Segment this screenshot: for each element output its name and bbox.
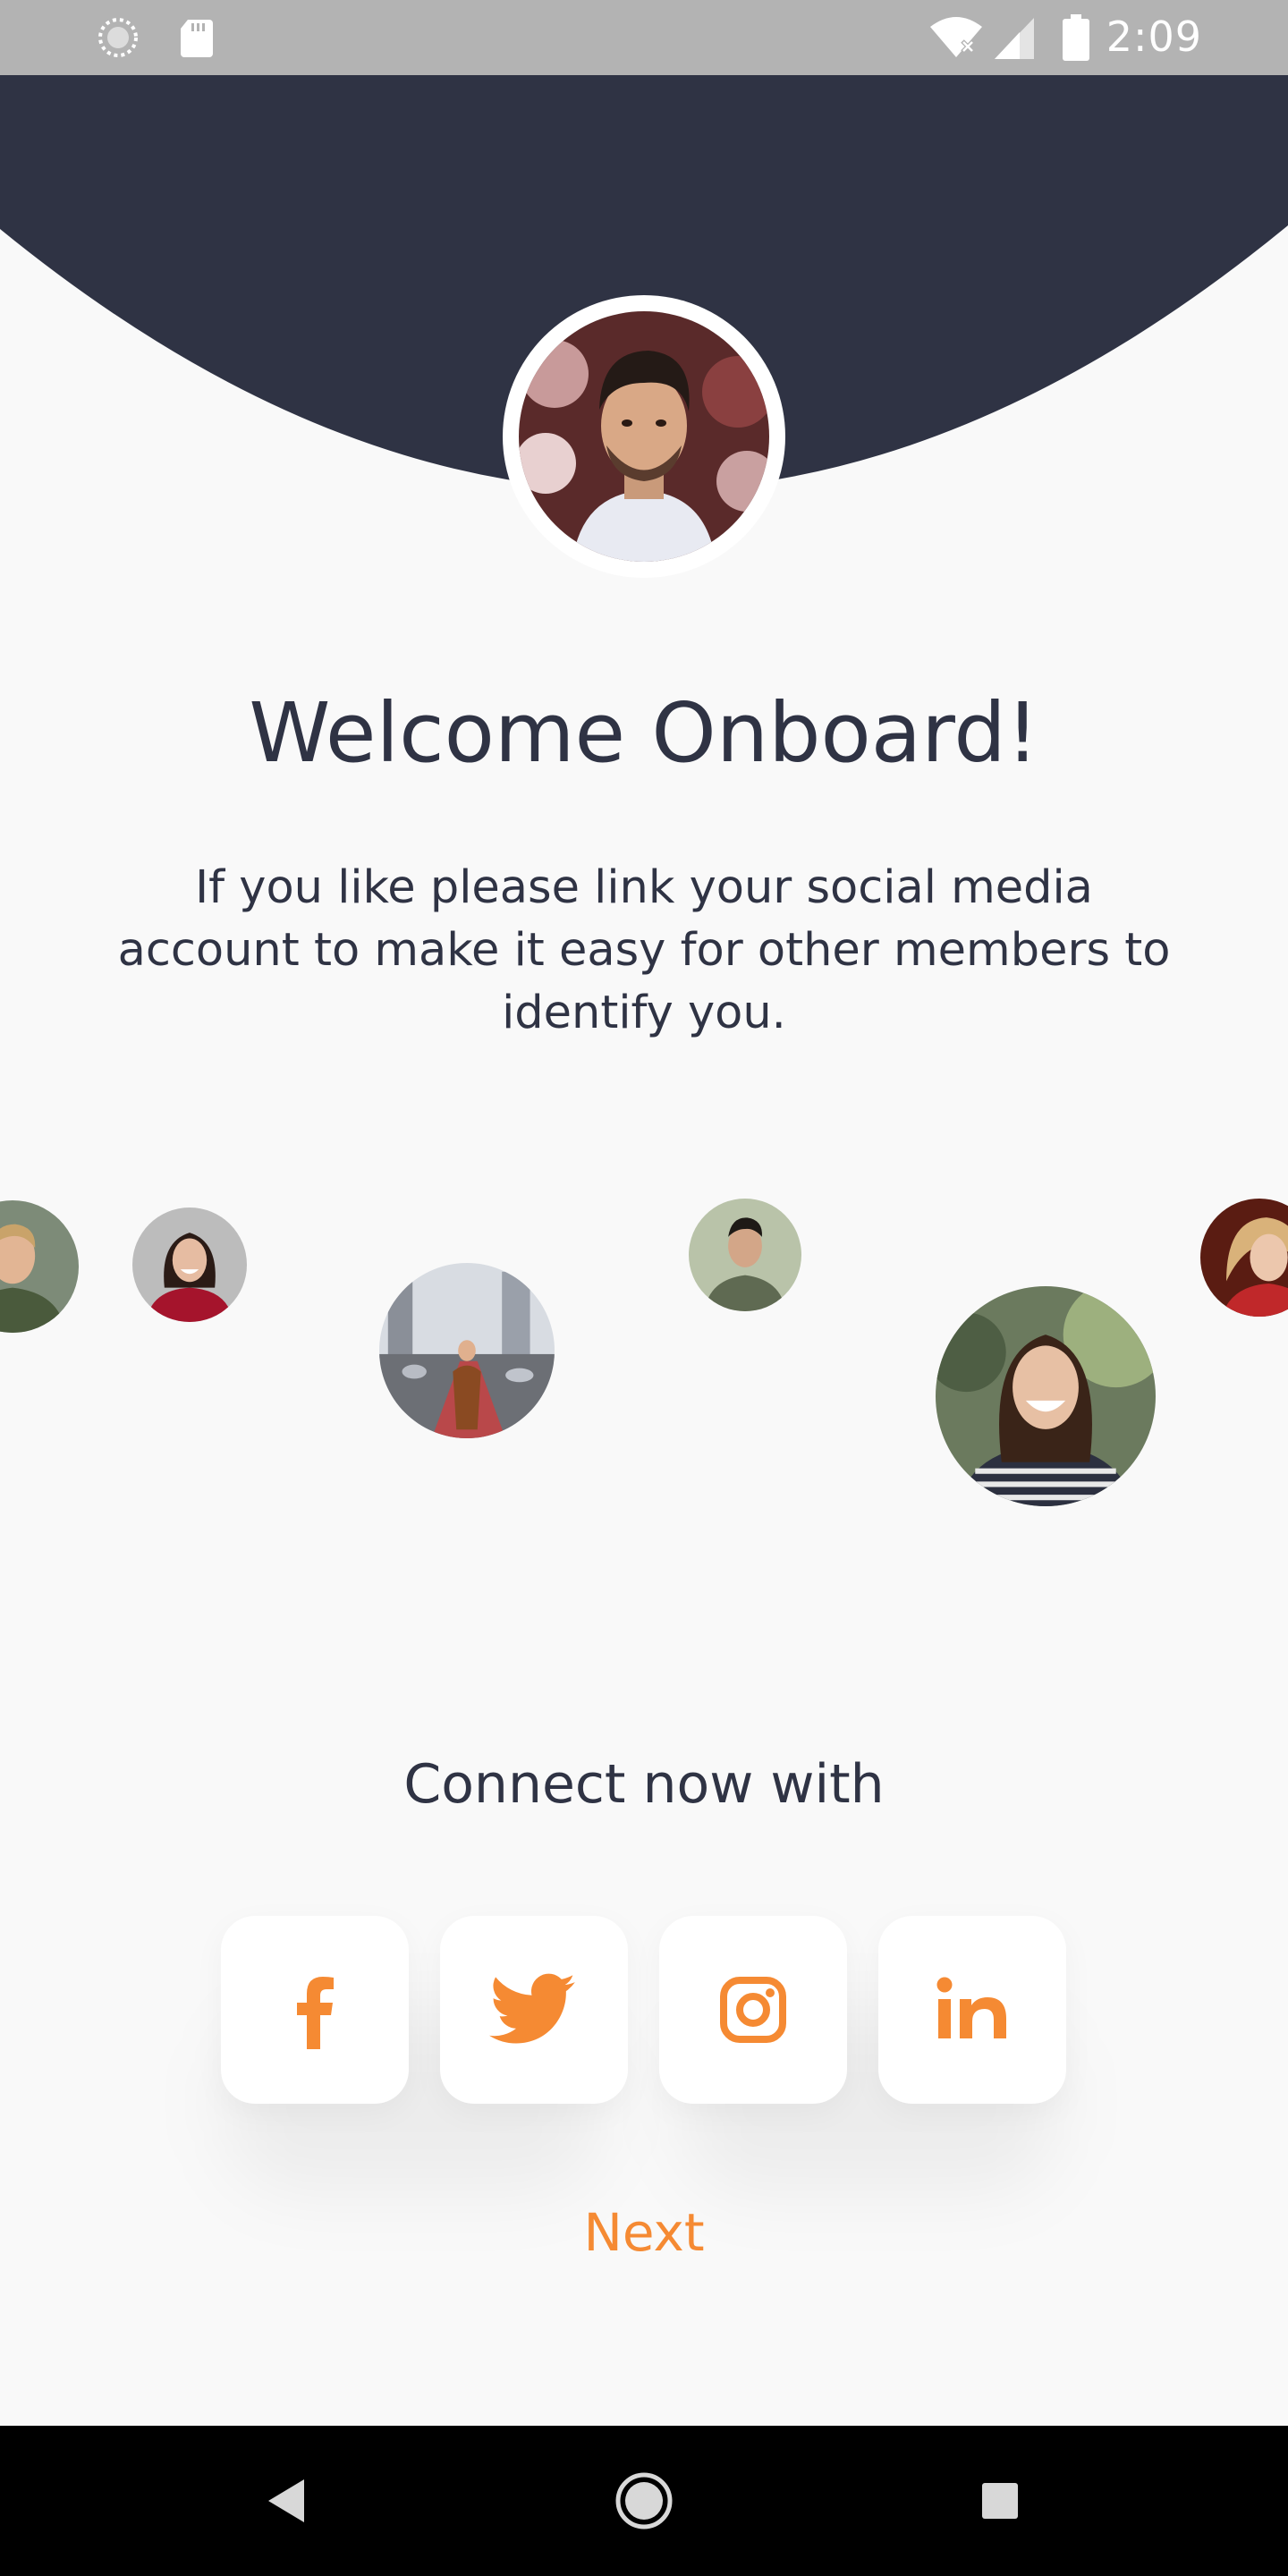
member-avatar	[1200, 1199, 1288, 1317]
member-avatar	[0, 1200, 79, 1333]
sd-card-icon	[181, 20, 213, 57]
instagram-button[interactable]	[659, 1916, 847, 2104]
navigation-bar	[0, 2426, 1288, 2576]
profile-photo	[519, 311, 769, 562]
member-avatar	[689, 1199, 801, 1311]
home-icon[interactable]	[608, 2465, 680, 2537]
wifi-off-icon	[930, 17, 982, 57]
status-bar: 2:09	[0, 0, 1288, 75]
battery-icon	[1063, 14, 1089, 61]
twitter-button[interactable]	[440, 1916, 628, 2104]
linkedin-icon	[936, 1977, 1006, 2038]
instagram-icon	[720, 1977, 786, 2043]
recents-icon[interactable]	[964, 2465, 1036, 2537]
welcome-description: If you like please link your social medi…	[117, 861, 1171, 1039]
spinner-icon	[98, 18, 138, 57]
linkedin-button[interactable]	[878, 1916, 1066, 2104]
facebook-icon	[297, 1977, 334, 2049]
twitter-icon	[489, 1973, 575, 2044]
profile-avatar[interactable]	[503, 295, 785, 578]
page-title: Welcome Onboard!	[249, 685, 1039, 781]
back-icon[interactable]	[250, 2465, 322, 2537]
member-avatar	[132, 1208, 247, 1322]
connect-label: Connect now with	[403, 1753, 885, 1816]
cell-signal-icon	[995, 18, 1034, 59]
clock: 2:09	[1106, 13, 1202, 61]
next-button[interactable]: Next	[0, 2202, 1288, 2263]
facebook-button[interactable]	[221, 1916, 409, 2104]
member-avatar	[379, 1263, 555, 1438]
member-avatar	[936, 1286, 1156, 1506]
